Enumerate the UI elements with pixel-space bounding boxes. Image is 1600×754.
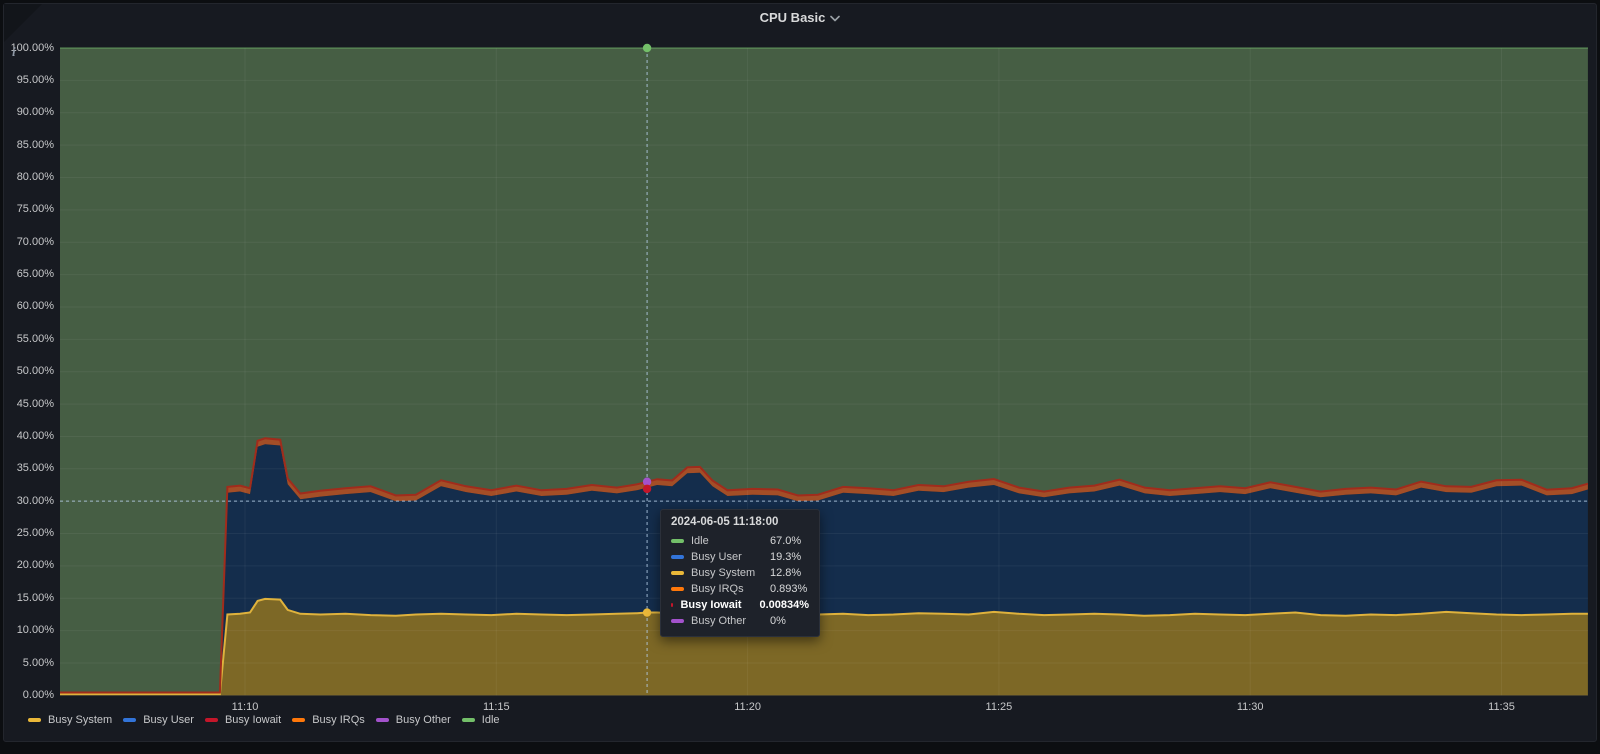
legend-label: Idle <box>481 714 500 726</box>
tooltip-swatch <box>671 619 684 623</box>
legend-swatch <box>292 718 306 722</box>
chevron-down-icon <box>830 15 841 21</box>
tooltip-timestamp: 2024-06-05 11:18:00 <box>671 516 779 528</box>
legend-item-busy-other[interactable]: Busy Other <box>375 713 451 727</box>
legend-label: Busy Iowait <box>224 714 282 726</box>
legend-item-busy-iowait[interactable]: Busy Iowait <box>204 713 282 727</box>
tooltip-row-busy-other: Busy Other 0% <box>671 613 809 629</box>
panel-title-menu[interactable]: CPU Basic <box>760 10 841 25</box>
panel-title: CPU Basic <box>759 9 826 25</box>
tooltip: 2024-06-05 11:18:00 Idle 67.0% Busy User 19… <box>660 509 820 637</box>
tooltip-swatch <box>671 539 684 543</box>
legend-label: Busy System <box>48 714 113 726</box>
legend-item-busy-irqs[interactable]: Busy IRQs <box>292 713 365 727</box>
info-icon: i <box>12 44 16 59</box>
legend-swatch <box>204 718 218 722</box>
panel-header: CPU Basic <box>0 0 1600 34</box>
legend-label: Busy User <box>143 714 194 726</box>
tooltip-series-label: Busy Iowait <box>680 599 742 611</box>
legend: Busy System Busy User Busy Iowait Busy IRQs… <box>28 711 500 729</box>
legend-item-busy-system[interactable]: Busy System <box>28 713 112 727</box>
tooltip-swatch <box>671 571 684 575</box>
legend-label: Busy Other <box>395 714 451 726</box>
tooltip-series-value: 0.00834% <box>759 599 809 611</box>
tooltip-series-value: 12.8% <box>770 567 802 579</box>
tooltip-row-busy-iowait: Busy Iowait 0.00834% <box>671 597 809 613</box>
tooltip-series-label: Idle <box>691 535 709 547</box>
legend-label: Busy IRQs <box>312 714 365 726</box>
legend-item-busy-user[interactable]: Busy User <box>123 713 194 727</box>
tooltip-series-label: Busy Other <box>691 615 747 627</box>
tooltip-series-value: 0% <box>770 615 786 627</box>
tooltip-row-busy-system: Busy System 12.8% <box>671 565 809 581</box>
tooltip-series-label: Busy IRQs <box>691 583 744 595</box>
legend-item-idle[interactable]: Idle <box>461 713 500 727</box>
tooltip-row-busy-irqs: Busy IRQs 0.893% <box>671 581 809 597</box>
tooltip-row-busy-user: Busy User 19.3% <box>671 549 809 565</box>
tooltip-swatch <box>671 587 684 591</box>
tooltip-series-label: Busy User <box>691 551 742 563</box>
tooltip-row-idle: Idle 67.0% <box>671 533 809 549</box>
panel-info-corner[interactable]: i <box>4 4 42 59</box>
tooltip-series-value: 0.893% <box>770 583 808 595</box>
legend-swatch <box>461 718 475 722</box>
legend-swatch <box>28 718 41 722</box>
tooltip-rows: Idle 67.0% Busy User 19.3% Busy System 12.8% B… <box>671 533 809 629</box>
tooltip-swatch <box>671 603 674 607</box>
legend-swatch <box>123 718 137 722</box>
tooltip-series-value: 67.0% <box>770 535 802 547</box>
plot-area[interactable] <box>60 48 1588 696</box>
tooltip-series-label: Busy System <box>691 567 756 579</box>
legend-swatch <box>375 718 389 722</box>
tooltip-series-value: 19.3% <box>770 551 802 563</box>
tooltip-swatch <box>671 555 684 559</box>
